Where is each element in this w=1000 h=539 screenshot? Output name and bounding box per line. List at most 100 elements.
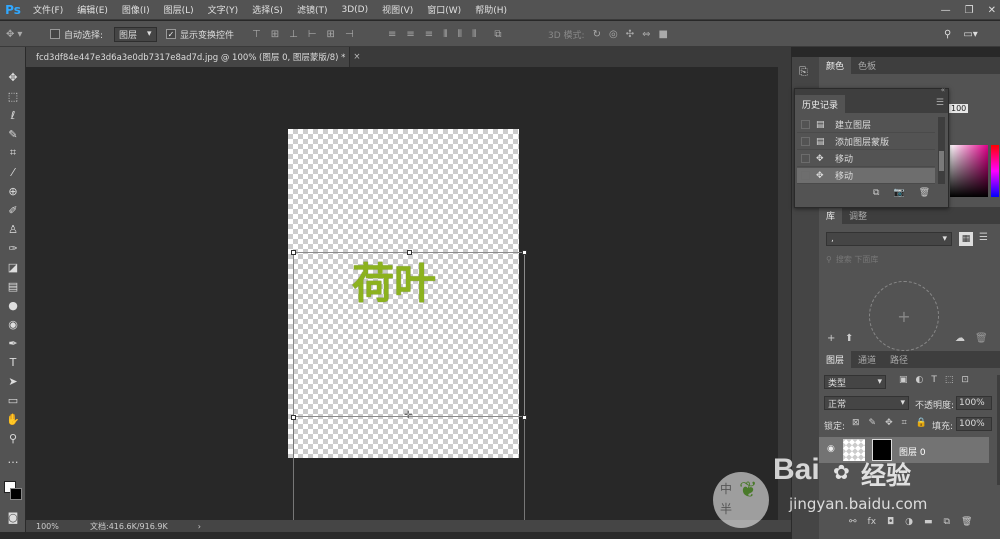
lasso-tool-icon[interactable]: ℓ [5,107,21,123]
lock-move-icon[interactable]: ✥ [885,418,893,428]
tab-swatches[interactable]: 色板 [851,57,883,74]
menu-layer[interactable]: 图层(L) [157,3,201,16]
align-hcenter-icon[interactable]: ⊞ [327,29,335,40]
filter-adjust-icon[interactable]: ◐ [916,375,924,385]
dodge-tool-icon[interactable]: ◉ [5,316,21,332]
shape-tool-icon[interactable]: ▭ [5,392,21,408]
show-transform-checkbox[interactable]: ✓ 显示变换控件 [166,26,234,42]
menu-type[interactable]: 文字(Y) [201,3,246,16]
3d-rotate-icon[interactable]: ↻ [593,29,601,40]
menu-image[interactable]: 图像(I) [115,3,157,16]
align-vcenter-icon[interactable]: ⊞ [271,29,279,40]
photoshop-logo[interactable]: Ps [0,0,26,20]
tab-paths[interactable]: 路径 [883,351,915,368]
collapse-icon[interactable]: « [941,86,945,94]
history-checkbox[interactable] [801,137,810,146]
distribute-vcenter-icon[interactable]: ≡ [406,29,414,40]
tab-library[interactable]: 库 [819,207,843,224]
menu-window[interactable]: 窗口(W) [420,3,468,16]
history-item[interactable]: ▤ 建立图层 [797,117,935,133]
library-search[interactable]: ⚲ 搜索 下面库 [826,253,991,266]
document-tab[interactable]: fcd3df84e447e3d6a3e0db7317e8ad7d.jpg @ 1… [26,47,361,67]
history-item-selected[interactable]: ✥ 移动 [797,168,935,184]
history-scrollbar[interactable] [938,117,945,184]
healing-tool-icon[interactable]: ⊕ [5,183,21,199]
hand-tool-icon[interactable]: ✋ [5,411,21,427]
lock-artboard-icon[interactable]: ⌗ [902,418,907,428]
grid-view-icon[interactable]: ▦ [959,232,973,246]
eraser-tool-icon[interactable]: ◪ [5,259,21,275]
restore-icon[interactable]: ❐ [965,5,974,16]
new-document-icon[interactable]: ⧉ [873,188,879,198]
history-brush-tool-icon[interactable]: ✑ [5,240,21,256]
tab-adjustments[interactable]: 调整 [842,207,874,224]
move-tool-preset[interactable]: ✥ ▾ [6,26,22,42]
menu-help[interactable]: 帮助(H) [468,3,514,16]
lock-brush-icon[interactable]: ✎ [869,418,877,428]
align-left-icon[interactable]: ⊢ [308,29,317,40]
menu-view[interactable]: 视图(V) [375,3,420,16]
menu-file[interactable]: 文件(F) [26,3,70,16]
history-checkbox[interactable] [801,120,810,129]
library-select[interactable]: , ▾ [826,232,952,246]
library-delete-icon[interactable]: 🗑 [975,333,988,344]
history-item[interactable]: ✥ 移动 [797,151,935,167]
document-size-info[interactable]: 文档:416.6K/916.9K [90,521,168,532]
history-checkbox[interactable] [801,154,810,163]
align-top-icon[interactable]: ⊤ [252,29,261,40]
panel-menu-icon[interactable]: ☰ [936,98,944,108]
crop-tool-icon[interactable]: ⌗ [5,145,21,161]
menu-select[interactable]: 选择(S) [245,3,290,16]
minimize-icon[interactable]: — [941,5,951,16]
history-panel-icon[interactable]: ⎘ [799,65,808,79]
tab-layers[interactable]: 图层 [819,351,852,368]
zoom-tool-icon[interactable]: ⚲ [5,430,21,446]
tab-close-icon[interactable]: × [353,52,360,62]
quick-select-tool-icon[interactable]: ✎ [5,126,21,142]
align-right-icon[interactable]: ⊣ [345,29,354,40]
transform-bounding-box[interactable] [293,252,525,417]
layer-filter-select[interactable]: 类型 ▾ [824,375,886,389]
3d-scale-icon[interactable]: ■ [658,29,667,40]
lock-all-icon[interactable]: 🔒 [916,418,927,428]
opacity-input[interactable]: 100% [956,396,992,410]
menu-filter[interactable]: 滤镜(T) [290,3,335,16]
path-select-tool-icon[interactable]: ➤ [5,373,21,389]
quick-mask-icon[interactable]: ◙ [5,509,21,525]
auto-align-icon[interactable]: ⧉ [494,29,501,40]
blur-tool-icon[interactable]: ● [5,297,21,313]
distribute-left-icon[interactable]: ⦀ [443,29,447,40]
move-tool-icon[interactable]: ✥ [5,69,21,85]
search-icon[interactable]: ⚲ [944,29,951,40]
workspace-icon[interactable]: ▭▾ [963,29,977,40]
blend-mode-select[interactable]: 正常 ▾ [824,396,909,410]
transform-handle-bl[interactable] [291,415,296,420]
marquee-tool-icon[interactable]: ⬚ [5,88,21,104]
close-icon[interactable]: ✕ [988,5,996,16]
transform-handle-tl[interactable] [291,250,296,255]
transform-handle-tr[interactable] [522,250,527,255]
3d-slide-icon[interactable]: ⇔ [642,29,650,40]
zoom-level[interactable]: 100% [36,522,86,531]
color-picker-field[interactable] [950,145,988,197]
eyedropper-tool-icon[interactable]: ⁄ [5,164,21,180]
history-checkbox[interactable] [801,171,810,180]
distribute-top-icon[interactable]: ≡ [388,29,396,40]
auto-select-dropdown[interactable]: 图层 ▾ [114,26,157,42]
distribute-right-icon[interactable]: ⦀ [472,29,476,40]
type-tool-icon[interactable]: T [5,354,21,370]
library-add-icon[interactable]: + [869,281,939,351]
transform-center-icon[interactable]: ✛ [404,410,412,421]
fill-input[interactable]: 100% [956,417,992,431]
filter-shape-icon[interactable]: ⬚ [945,375,954,385]
filter-smart-icon[interactable]: ⊡ [961,375,969,385]
background-color-swatch[interactable] [10,488,22,500]
hue-slider[interactable] [991,145,999,197]
tab-channels[interactable]: 通道 [851,351,883,368]
delete-state-icon[interactable]: 🗑 [919,188,930,198]
history-item[interactable]: ▤ 添加图层蒙版 [797,134,935,150]
color-value[interactable]: 100 [949,104,969,113]
library-add-content-icon[interactable]: + [827,333,835,344]
stamp-tool-icon[interactable]: ♙ [5,221,21,237]
3d-drag-icon[interactable]: ✣ [626,29,634,40]
